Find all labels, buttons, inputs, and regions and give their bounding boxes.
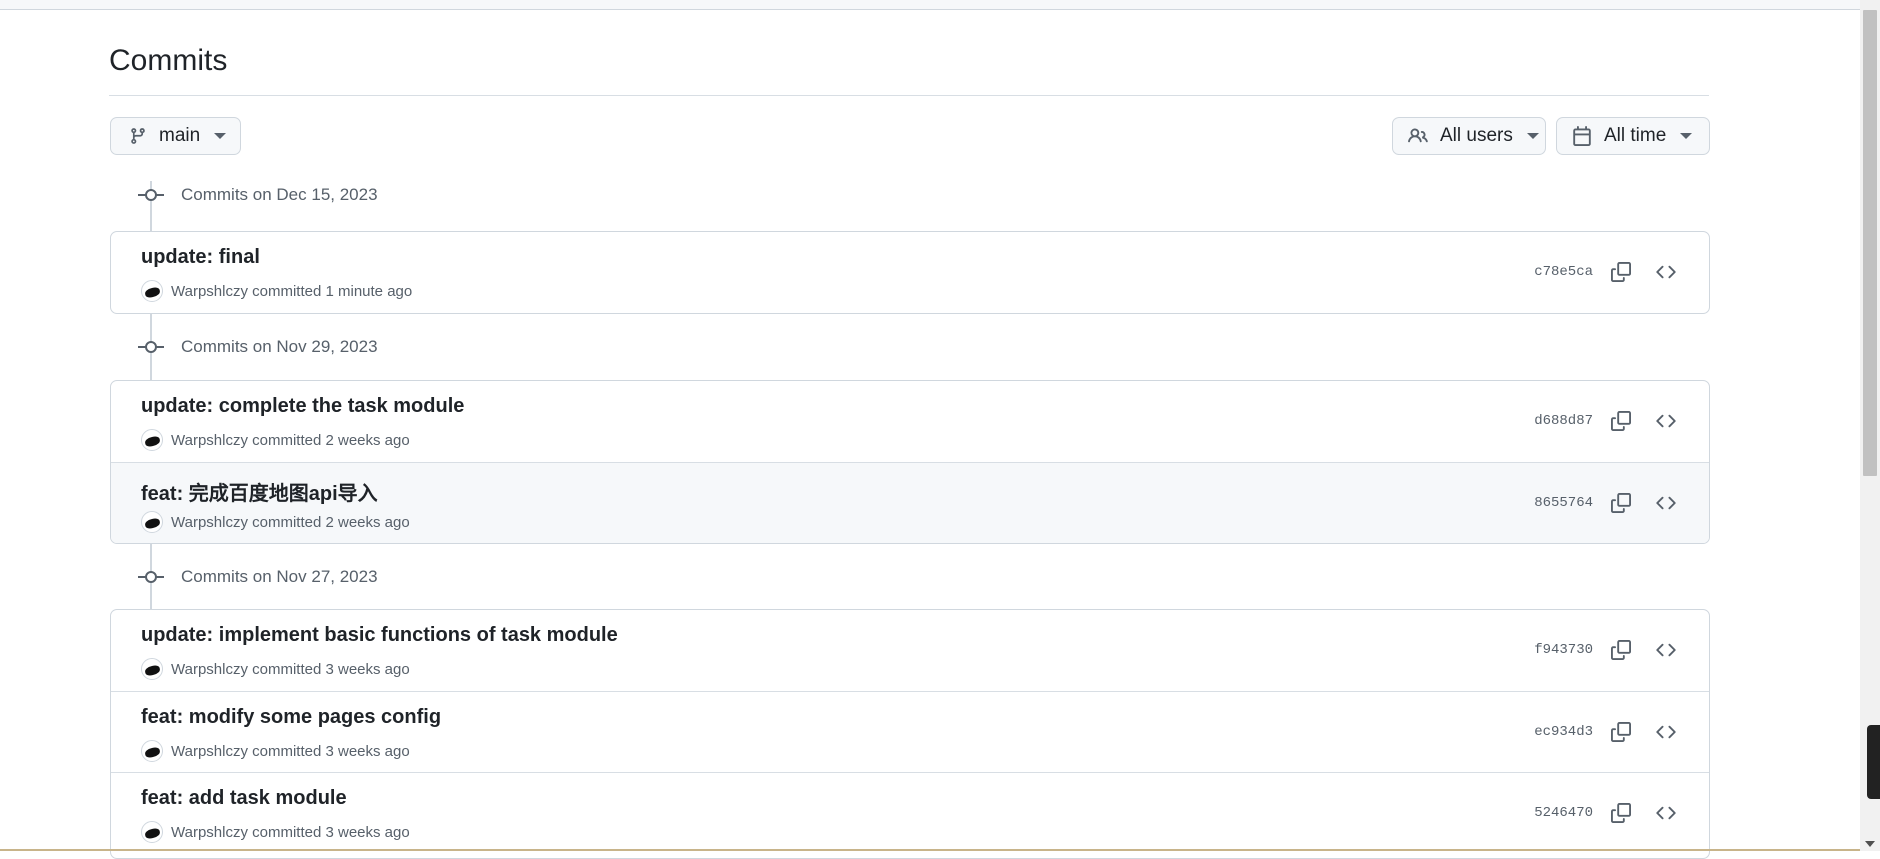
avatar[interactable] bbox=[141, 821, 163, 843]
code-icon bbox=[1656, 806, 1676, 820]
floating-side-widget[interactable] bbox=[1867, 725, 1880, 799]
git-commit-icon bbox=[138, 335, 164, 359]
commit-message-link[interactable]: feat: 完成百度地图api导入 bbox=[141, 477, 378, 506]
git-commit-icon bbox=[138, 183, 164, 207]
git-branch-icon bbox=[131, 128, 145, 144]
author-link[interactable]: Warpshlczy bbox=[171, 432, 248, 449]
copy-icon bbox=[1611, 493, 1631, 513]
commit-list: update: complete the task module Warpshl… bbox=[110, 380, 1710, 544]
commit-sha-link[interactable]: c78e5ca bbox=[1534, 232, 1593, 311]
commit-sha-link[interactable]: 8655764 bbox=[1534, 463, 1593, 542]
commit-time: committed 3 weeks ago bbox=[252, 742, 410, 760]
commit-row[interactable]: update: implement basic functions of tas… bbox=[111, 610, 1709, 691]
author-link[interactable]: Warpshlczy bbox=[171, 283, 248, 300]
browse-repo-button[interactable] bbox=[1652, 407, 1680, 435]
commit-meta: Warpshlczy committed 3 weeks ago bbox=[141, 740, 410, 762]
commit-group-date: Commits on Nov 29, 2023 bbox=[181, 337, 378, 356]
commit-meta: Warpshlczy committed 2 weeks ago bbox=[141, 511, 410, 533]
vertical-scrollbar[interactable] bbox=[1860, 0, 1880, 851]
author-link[interactable]: Warpshlczy bbox=[171, 514, 248, 531]
code-icon bbox=[1656, 496, 1676, 510]
date-filter-button[interactable]: All time bbox=[1556, 117, 1710, 155]
commit-message-link[interactable]: feat: add task module bbox=[141, 787, 347, 810]
date-filter-label: All time bbox=[1604, 125, 1667, 146]
commit-group-header: Commits on Nov 29, 2023 bbox=[138, 335, 378, 359]
commit-list: update: final Warpshlczy committed 1 min… bbox=[110, 231, 1710, 314]
copy-sha-button[interactable] bbox=[1607, 799, 1635, 827]
commit-sha-link[interactable]: ec934d3 bbox=[1534, 692, 1593, 771]
top-header-edge bbox=[0, 0, 1860, 10]
calendar-icon bbox=[1573, 126, 1591, 146]
author-filter-label: All users bbox=[1440, 125, 1513, 146]
commit-row[interactable]: feat: add task module Warpshlczy committ… bbox=[111, 772, 1709, 853]
commit-row[interactable]: update: final Warpshlczy committed 1 min… bbox=[111, 232, 1709, 313]
copy-icon bbox=[1611, 262, 1631, 282]
author-link[interactable]: Warpshlczy bbox=[171, 743, 248, 760]
copy-icon bbox=[1611, 411, 1631, 431]
code-icon bbox=[1656, 265, 1676, 279]
commit-message-link[interactable]: update: implement basic functions of tas… bbox=[141, 624, 618, 647]
browse-repo-button[interactable] bbox=[1652, 489, 1680, 517]
code-icon bbox=[1656, 643, 1676, 657]
commit-time: committed 3 weeks ago bbox=[252, 823, 410, 841]
commit-message-link[interactable]: feat: modify some pages config bbox=[141, 706, 441, 729]
commit-sha-link[interactable]: 5246470 bbox=[1534, 773, 1593, 852]
commit-message-link[interactable]: update: final bbox=[141, 246, 260, 269]
browse-repo-button[interactable] bbox=[1652, 636, 1680, 664]
copy-sha-button[interactable] bbox=[1607, 636, 1635, 664]
title-divider bbox=[109, 95, 1709, 96]
commit-meta: Warpshlczy committed 3 weeks ago bbox=[141, 821, 410, 843]
copy-icon bbox=[1611, 803, 1631, 823]
commit-row[interactable]: feat: modify some pages config Warpshlcz… bbox=[111, 691, 1709, 772]
code-icon bbox=[1656, 414, 1676, 428]
triangle-down-icon bbox=[1680, 133, 1693, 139]
commit-list: update: implement basic functions of tas… bbox=[110, 609, 1710, 859]
commit-sha-link[interactable]: f943730 bbox=[1534, 610, 1593, 689]
code-icon bbox=[1656, 725, 1676, 739]
commit-group-date: Commits on Nov 27, 2023 bbox=[181, 567, 378, 586]
commit-sha-link[interactable]: d688d87 bbox=[1534, 381, 1593, 460]
commit-group-date: Commits on Dec 15, 2023 bbox=[181, 185, 378, 204]
avatar[interactable] bbox=[141, 740, 163, 762]
commit-time: committed 2 weeks ago bbox=[252, 513, 410, 531]
triangle-down-icon bbox=[1526, 133, 1539, 139]
commit-message-link[interactable]: update: complete the task module bbox=[141, 395, 464, 418]
git-commit-icon bbox=[138, 565, 164, 589]
branch-label: main bbox=[159, 125, 201, 146]
copy-sha-button[interactable] bbox=[1607, 407, 1635, 435]
avatar[interactable] bbox=[141, 429, 163, 451]
author-link[interactable]: Warpshlczy bbox=[171, 824, 248, 841]
avatar[interactable] bbox=[141, 658, 163, 680]
commit-time: committed 3 weeks ago bbox=[252, 660, 410, 678]
commit-meta: Warpshlczy committed 3 weeks ago bbox=[141, 658, 410, 680]
author-link[interactable]: Warpshlczy bbox=[171, 661, 248, 678]
copy-sha-button[interactable] bbox=[1607, 489, 1635, 517]
copy-sha-button[interactable] bbox=[1607, 258, 1635, 286]
commit-group-header: Commits on Dec 15, 2023 bbox=[138, 183, 378, 207]
browse-repo-button[interactable] bbox=[1652, 799, 1680, 827]
browse-repo-button[interactable] bbox=[1652, 718, 1680, 746]
commit-time: committed 2 weeks ago bbox=[252, 431, 410, 449]
page-title: Commits bbox=[109, 44, 228, 77]
triangle-down-icon bbox=[214, 133, 227, 139]
browse-repo-button[interactable] bbox=[1652, 258, 1680, 286]
scroll-down-arrow-icon[interactable] bbox=[1865, 841, 1875, 847]
avatar[interactable] bbox=[141, 280, 163, 302]
commit-row[interactable]: feat: 完成百度地图api导入 Warpshlczy committed 2… bbox=[111, 462, 1709, 543]
commit-group-header: Commits on Nov 27, 2023 bbox=[138, 565, 378, 589]
branch-selector-button[interactable]: main bbox=[110, 117, 241, 155]
copy-icon bbox=[1611, 722, 1631, 742]
commit-meta: Warpshlczy committed 1 minute ago bbox=[141, 280, 412, 302]
commit-time: committed 1 minute ago bbox=[252, 282, 413, 300]
avatar[interactable] bbox=[141, 511, 163, 533]
copy-sha-button[interactable] bbox=[1607, 718, 1635, 746]
author-filter-button[interactable]: All users bbox=[1392, 117, 1546, 155]
commit-row[interactable]: update: complete the task module Warpshl… bbox=[111, 381, 1709, 462]
people-icon bbox=[1408, 128, 1428, 143]
copy-icon bbox=[1611, 640, 1631, 660]
commit-meta: Warpshlczy committed 2 weeks ago bbox=[141, 429, 410, 451]
scrollbar-thumb[interactable] bbox=[1863, 10, 1877, 476]
